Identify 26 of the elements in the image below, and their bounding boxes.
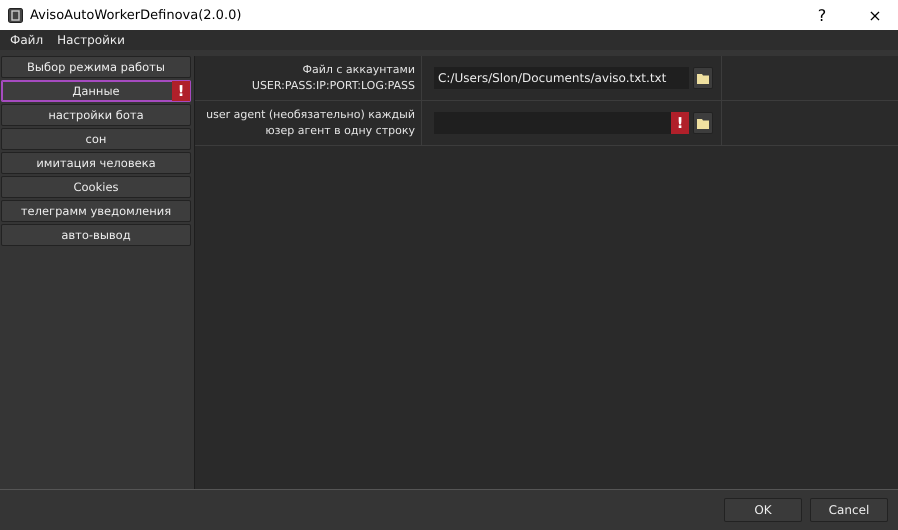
folder-icon	[697, 72, 709, 84]
field-label: Файл с аккаунтами USER:PASS:IP:PORT:LOG:PASS	[195, 56, 422, 100]
sidebar-item[interactable]: сон	[1, 128, 191, 150]
warning-icon: !	[671, 112, 689, 134]
close-button[interactable]: ×	[852, 0, 898, 30]
sidebar-item[interactable]: имитация человека	[1, 152, 191, 174]
sidebar-item[interactable]: Выбор режима работы	[1, 56, 191, 78]
sidebar-item[interactable]: Данные !	[1, 80, 191, 102]
input-field[interactable]: !	[434, 112, 689, 134]
sidebar-item[interactable]: Cookies	[1, 176, 191, 198]
field-label: user agent (необязательно) каждый юзер агент в одну строку	[195, 101, 422, 145]
folder-icon	[697, 118, 709, 128]
browse-button[interactable]	[693, 112, 713, 134]
sidebar-item[interactable]: настройки бота	[1, 104, 191, 126]
browse-button[interactable]	[693, 67, 713, 89]
window-title: AvisoAutoWorkerDefinova(2.0.0)	[30, 8, 242, 22]
help-button[interactable]: ?	[799, 0, 845, 30]
warning-icon: !	[172, 81, 190, 101]
dialog-button[interactable]: OK	[724, 498, 802, 522]
app-icon	[8, 8, 23, 22]
input-field[interactable]: C:/Users/Slon/Documents/aviso.txt.txt	[434, 67, 689, 89]
menu-item[interactable]: Файл	[10, 33, 44, 47]
menu-item[interactable]: Настройки	[57, 33, 125, 47]
dialog-button[interactable]: Cancel	[810, 498, 888, 522]
sidebar-item[interactable]: авто-вывод	[1, 224, 191, 246]
sidebar-item[interactable]: телеграмм уведомления	[1, 200, 191, 222]
